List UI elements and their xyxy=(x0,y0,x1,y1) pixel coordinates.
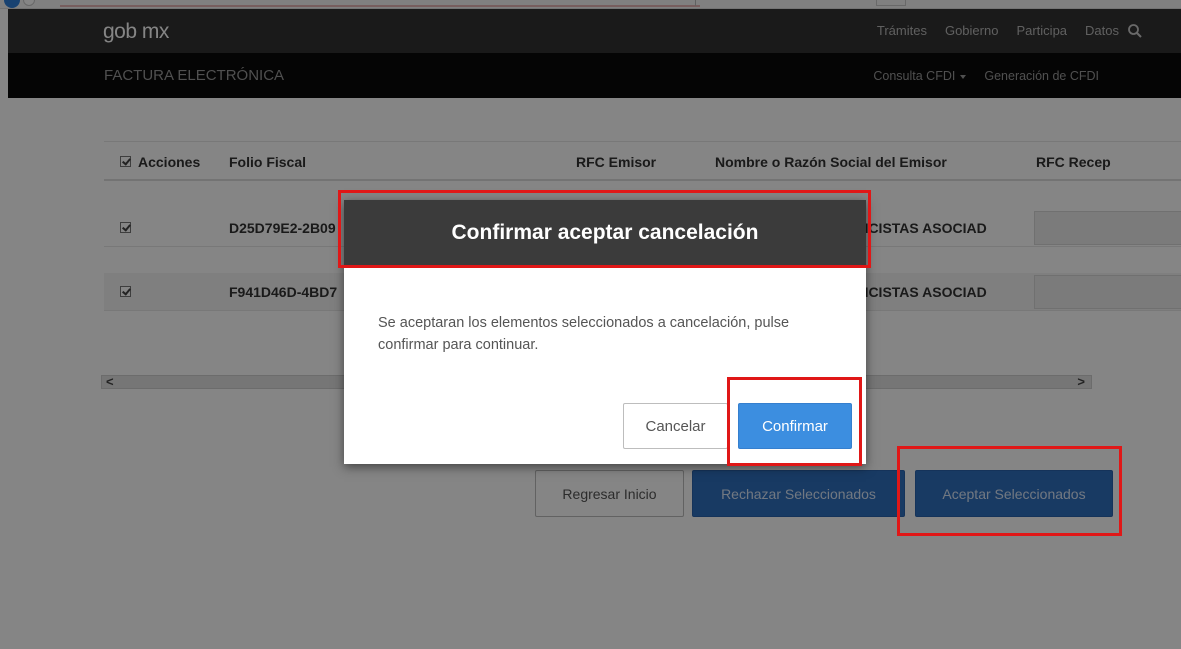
modal-message: Se aceptaran los elementos seleccionados… xyxy=(378,315,790,353)
modal-header: Confirmar aceptar cancelación xyxy=(344,200,866,266)
confirm-button[interactable]: Confirmar xyxy=(738,403,852,449)
confirm-modal: Confirmar aceptar cancelación Se aceptar… xyxy=(344,200,866,464)
modal-title: Confirmar aceptar cancelación xyxy=(451,221,759,244)
cancel-button[interactable]: Cancelar xyxy=(623,403,728,449)
